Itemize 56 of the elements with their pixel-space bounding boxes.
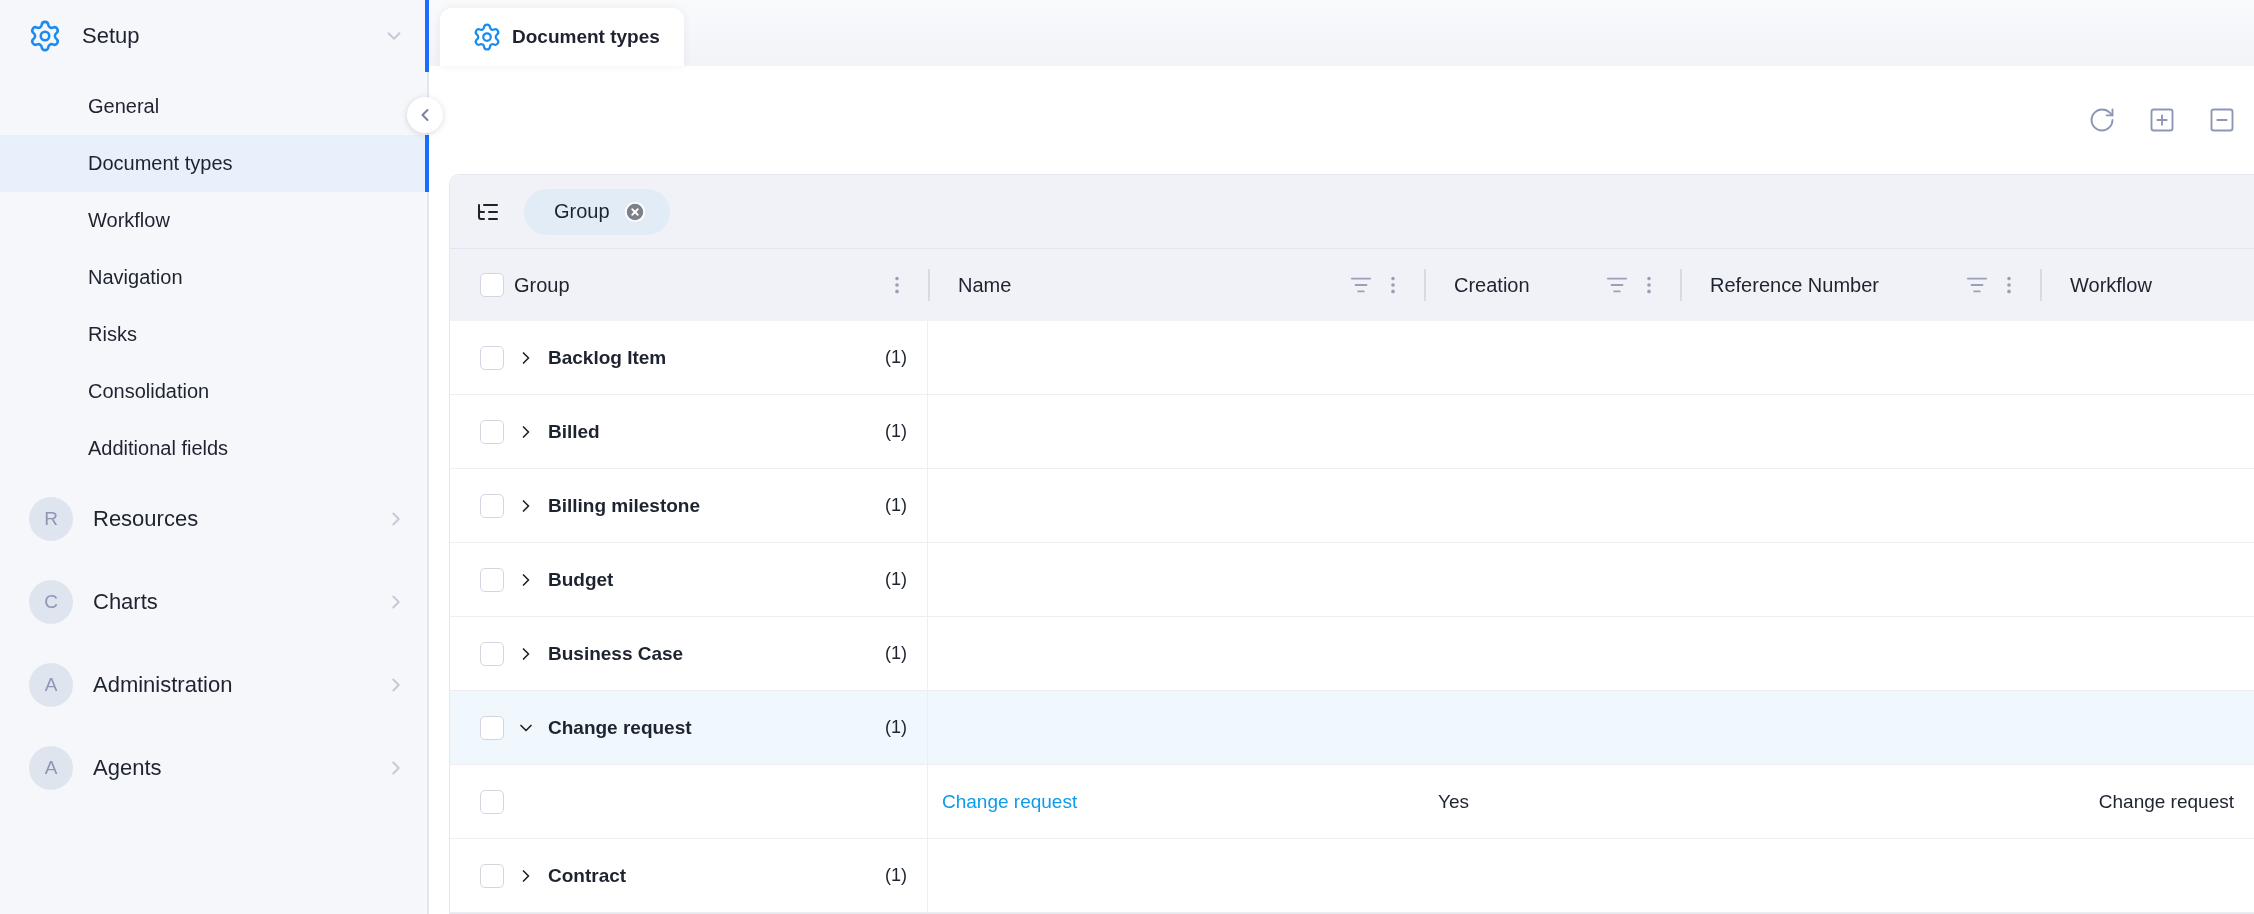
group-count: (1) bbox=[885, 643, 907, 664]
group-label: Change request bbox=[548, 716, 693, 739]
group-label: Billing milestone bbox=[548, 494, 702, 517]
sidebar-item[interactable]: General bbox=[0, 78, 401, 135]
group-label: Budget bbox=[548, 568, 615, 591]
column-header[interactable]: Creation bbox=[1454, 273, 1596, 297]
remove-icon[interactable] bbox=[623, 200, 646, 223]
sidebar-section[interactable]: C Charts bbox=[0, 560, 427, 643]
table-cell: Change request bbox=[2098, 790, 2234, 813]
tab[interactable]: Document types bbox=[440, 7, 684, 66]
letter-avatar: A bbox=[29, 745, 73, 790]
letter-avatar: C bbox=[29, 579, 73, 624]
section-label: Administration bbox=[93, 671, 234, 698]
checkbox[interactable] bbox=[480, 273, 504, 297]
gear-icon bbox=[472, 21, 502, 52]
group-label: Business Case bbox=[548, 642, 685, 665]
checkbox[interactable] bbox=[480, 567, 504, 592]
letter-avatar: A bbox=[29, 662, 73, 707]
sidebar-section[interactable]: A Agents bbox=[0, 726, 427, 809]
checkbox[interactable] bbox=[480, 641, 504, 666]
letter-avatar: R bbox=[29, 496, 73, 541]
checkbox[interactable] bbox=[480, 715, 504, 740]
section-label: Resources bbox=[93, 505, 200, 532]
sidebar-item[interactable]: Additional fields bbox=[0, 420, 401, 477]
checkbox[interactable] bbox=[480, 345, 504, 370]
sidebar-item[interactable]: Consolidation bbox=[0, 363, 401, 420]
column-header[interactable]: Reference Number bbox=[1710, 273, 1956, 297]
column-header[interactable]: Group bbox=[514, 273, 876, 297]
sidebar-item[interactable]: Workflow bbox=[0, 192, 401, 249]
group-label: Contract bbox=[548, 864, 628, 887]
gear-icon bbox=[28, 19, 62, 53]
section-label: Charts bbox=[93, 588, 159, 615]
column-header[interactable]: Name bbox=[958, 273, 1340, 297]
group-count: (1) bbox=[885, 717, 907, 738]
checkbox[interactable] bbox=[480, 863, 504, 888]
collapse-button[interactable] bbox=[407, 97, 443, 133]
sidebar-item[interactable]: Navigation bbox=[0, 249, 401, 306]
section-label: Setup bbox=[82, 23, 141, 49]
group-count: (1) bbox=[885, 495, 907, 516]
group-count: (1) bbox=[885, 421, 907, 442]
group-chip[interactable]: Group bbox=[524, 188, 670, 235]
column-header[interactable]: Workflow bbox=[2070, 273, 2234, 297]
group-label: Backlog Item bbox=[548, 346, 668, 369]
group-count: (1) bbox=[885, 865, 907, 886]
sidebar-section[interactable]: A Administration bbox=[0, 643, 427, 726]
checkbox[interactable] bbox=[480, 789, 504, 814]
sidebar-item[interactable]: Risks bbox=[0, 306, 401, 363]
group-count: (1) bbox=[885, 569, 907, 590]
section-label: Agents bbox=[93, 754, 163, 781]
table-cell: Yes bbox=[1438, 790, 1469, 813]
checkbox[interactable] bbox=[480, 493, 504, 518]
sidebar-section[interactable]: R Resources bbox=[0, 477, 427, 560]
checkbox[interactable] bbox=[480, 419, 504, 444]
group-count: (1) bbox=[885, 347, 907, 368]
sidebar-item[interactable]: Document types bbox=[0, 135, 429, 192]
group-label: Billed bbox=[548, 420, 601, 443]
